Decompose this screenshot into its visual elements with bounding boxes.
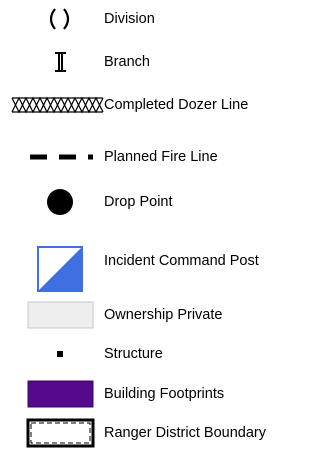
legend-label-completed-dozer-line: Completed Dozer Line [104, 97, 249, 113]
legend-item-completed-dozer-line: Completed Dozer Line [0, 90, 327, 120]
legend-item-branch: Branch [0, 47, 327, 77]
branch-symbol-icon [0, 47, 104, 77]
legend-label-drop-point: Drop Point [104, 194, 173, 210]
legend-item-incident-command-post: Incident Command Post [0, 246, 327, 292]
structure-icon [0, 339, 104, 369]
legend-item-drop-point: Drop Point [0, 187, 327, 217]
completed-dozer-line-icon [0, 90, 104, 120]
legend-item-planned-fire-line: Planned Fire Line [0, 142, 327, 172]
legend-item-ownership-private: Ownership Private [0, 300, 327, 330]
legend-label-building-footprints: Building Footprints [104, 386, 225, 402]
building-footprints-swatch [0, 379, 104, 409]
legend-label-ownership-private: Ownership Private [104, 307, 223, 323]
legend-item-structure: Structure [0, 339, 327, 369]
drop-point-icon [0, 187, 104, 217]
legend-label-division: Division [104, 11, 155, 27]
planned-fire-line-icon [0, 142, 104, 172]
legend-label-branch: Branch [104, 54, 150, 70]
legend-item-building-footprints: Building Footprints [0, 379, 327, 409]
legend-label-planned-fire-line: Planned Fire Line [104, 149, 218, 165]
legend-label-ranger-district-boundary: Ranger District Boundary [104, 425, 266, 441]
legend-item-ranger-district-boundary: Ranger District Boundary [0, 418, 327, 448]
legend-label-structure: Structure [104, 346, 163, 362]
incident-command-post-icon [0, 246, 104, 292]
division-symbol-icon [0, 4, 104, 34]
ownership-private-swatch [0, 300, 104, 330]
legend-item-division: Division [0, 4, 327, 34]
map-legend: Division Branch Completed Dozer Line Pla… [0, 0, 327, 455]
ranger-district-boundary-icon [0, 418, 104, 448]
legend-label-incident-command-post: Incident Command Post [104, 253, 259, 269]
